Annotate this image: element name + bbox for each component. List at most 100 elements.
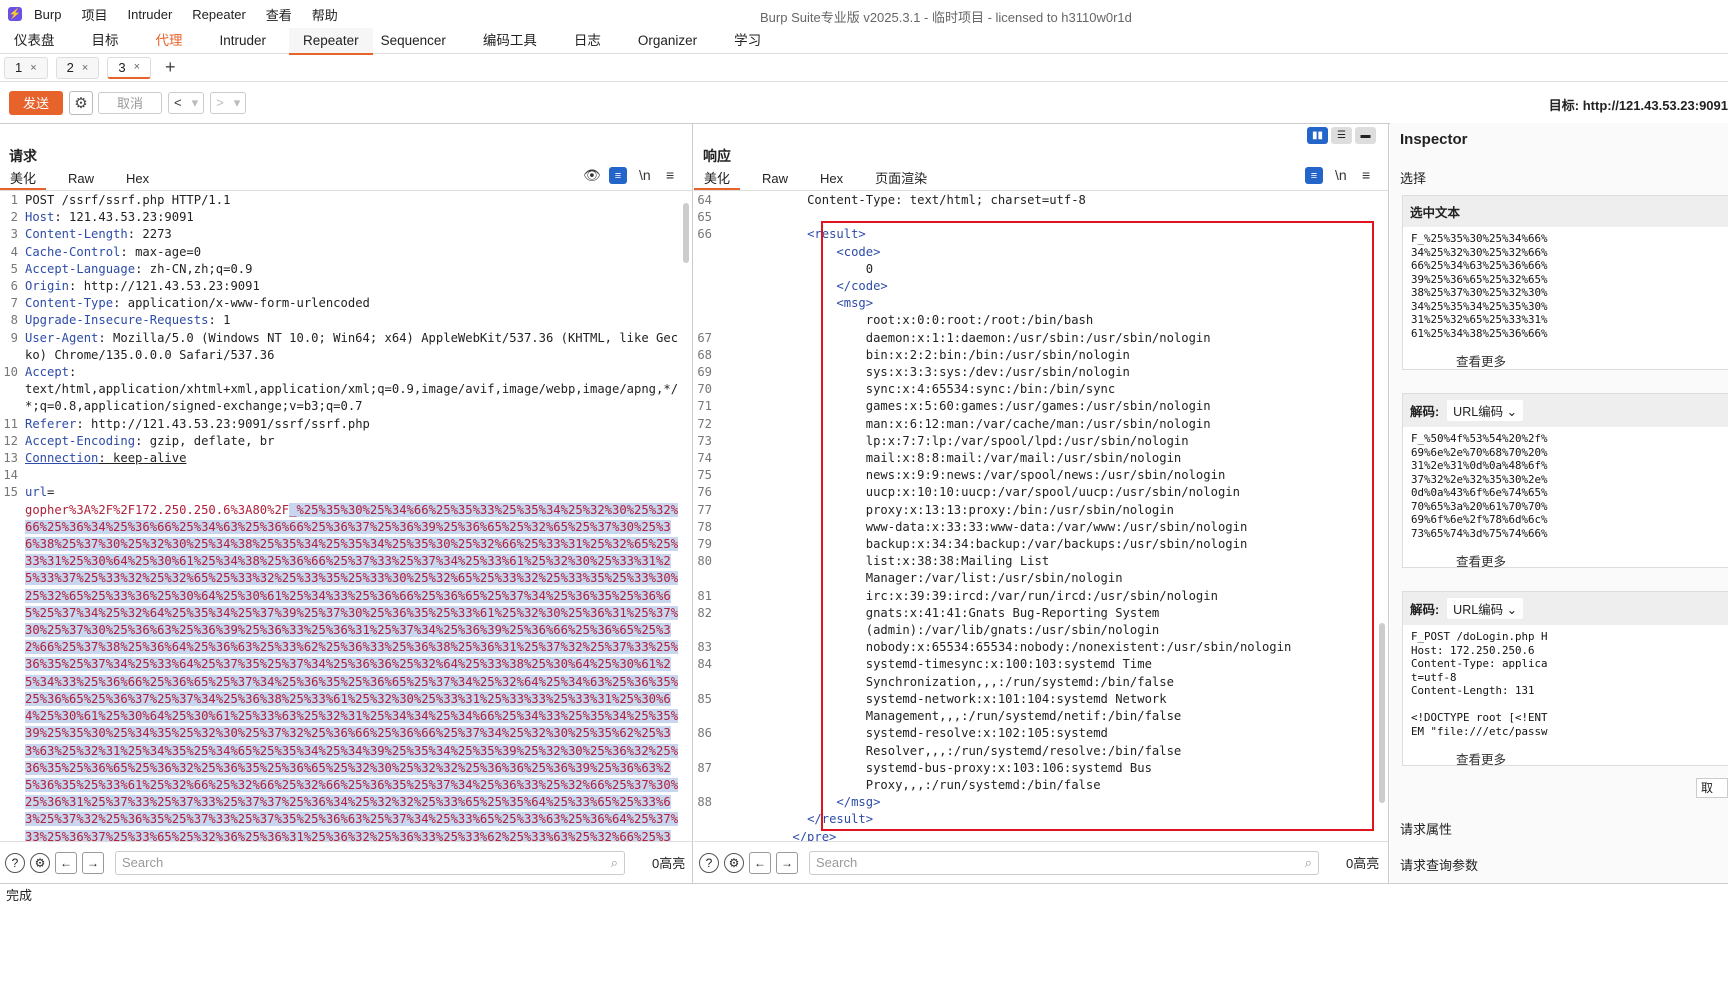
line-number: 9 [10, 330, 18, 345]
see-more-link[interactable]: 查看更多 [1403, 351, 1728, 370]
tab-raw[interactable]: Raw [58, 169, 104, 190]
menu-icon[interactable]: ≡ [1362, 167, 1370, 183]
decode-type-dropdown[interactable]: URL编码 ⌄ [1447, 598, 1524, 619]
line-number: 15 [3, 485, 18, 500]
tab-raw[interactable]: Raw [752, 169, 798, 190]
send-button[interactable]: 发送 [9, 90, 63, 115]
tab-decoder[interactable]: 编码工具 [483, 28, 552, 54]
menu-view[interactable]: 查看 [266, 5, 292, 24]
chevron-left-icon[interactable]: < [169, 95, 187, 110]
selected-text-body[interactable]: F_%25%35%30%25%34%66% 34%25%32%30%25%32%… [1403, 227, 1728, 345]
tab-hex[interactable]: Hex [116, 169, 159, 190]
target-label[interactable]: 目标: http://121.43.53.23:9091 [1549, 95, 1728, 114]
see-more-link[interactable]: 查看更多 [1403, 749, 1728, 768]
repeater-tab-3[interactable]: 3 × [107, 56, 152, 79]
tab-learn[interactable]: 学习 [734, 28, 776, 54]
close-icon[interactable]: × [134, 61, 140, 73]
close-icon[interactable]: × [30, 62, 36, 74]
header-value: : zh-CN,zh;q=0.9 [135, 261, 253, 276]
layout-switcher: ▮▮ ☰ ▬ [1307, 127, 1376, 144]
tab-dashboard[interactable]: 仪表盘 [14, 28, 70, 54]
line-number: 80 [697, 554, 712, 569]
layout-columns-icon[interactable]: ▮▮ [1307, 127, 1328, 144]
highlight-box [821, 221, 1374, 831]
tab-intruder[interactable]: Intruder [220, 28, 282, 54]
tab-repeater[interactable]: Repeater [289, 27, 373, 55]
line-number: 7 [10, 296, 18, 311]
history-forward[interactable]: > ▾ [210, 91, 247, 114]
arrow-left-icon[interactable]: ← [749, 851, 771, 874]
gear-icon[interactable]: ⚙ [30, 852, 50, 873]
history-back[interactable]: < ▾ [168, 91, 205, 114]
help-icon[interactable]: ? [699, 852, 719, 873]
tab-organizer[interactable]: Organizer [638, 28, 712, 54]
newline-icon[interactable]: \n [1335, 167, 1347, 183]
line-number [0, 381, 18, 415]
decode-header: 解码: URL编码 ⌄ [1403, 592, 1728, 625]
decode-body[interactable]: F_%50%4f%53%54%20%2f% 69%6e%2e%70%68%70%… [1403, 427, 1728, 545]
tab-logger[interactable]: 日志 [574, 28, 616, 54]
tab-target[interactable]: 目标 [92, 28, 134, 54]
request-scrollbar[interactable] [683, 203, 689, 263]
line-number [694, 312, 712, 329]
wrap-icon[interactable]: ≡ [1305, 167, 1323, 184]
tab-proxy[interactable]: 代理 [156, 28, 198, 54]
code-text: url= [25, 484, 680, 501]
tab-pretty[interactable]: 美化 [0, 169, 47, 190]
tab-hex[interactable]: Hex [810, 169, 853, 190]
request-search-bar: ? ⚙ ← → Search ⌕ 0高亮 [0, 841, 692, 883]
header-value: = [47, 485, 55, 500]
menu-help[interactable]: 帮助 [312, 5, 338, 24]
repeater-tab-1[interactable]: 1 × [4, 56, 48, 79]
request-attributes[interactable]: 请求属性 [1400, 819, 1452, 838]
selection-label: 选择 [1400, 171, 1427, 186]
cancel-button[interactable]: 取消 [98, 91, 162, 114]
selected-payload[interactable]: _%25%35%30%25%34%66%25%35%33%25%35%34%25… [25, 502, 679, 841]
tab-pretty[interactable]: 美化 [694, 169, 741, 190]
menu-intruder[interactable]: Intruder [127, 7, 172, 22]
code-line: 11 Referer: http://121.43.53.23:9091/ssrf… [0, 416, 680, 433]
apply-button[interactable]: 取 [1696, 778, 1728, 798]
decode-body[interactable]: F_POST /doLogin.php H Host: 172.250.250.… [1403, 625, 1728, 743]
tab-sequencer[interactable]: Sequencer [381, 28, 461, 54]
line-number: 70 [697, 382, 712, 397]
menu-project[interactable]: 项目 [81, 5, 107, 24]
repeater-tab-2[interactable]: 2 × [55, 56, 100, 79]
request-query-params[interactable]: 请求查询参数 [1400, 855, 1478, 874]
response-scrollbar[interactable] [1379, 623, 1385, 803]
chevron-right-icon[interactable]: > [211, 95, 229, 110]
add-tab-icon[interactable]: + [165, 57, 176, 78]
selected-text-header: 选中文本 [1403, 196, 1728, 227]
chevron-down-icon[interactable]: ▾ [187, 95, 204, 111]
search-input[interactable]: Search ⌕ [809, 850, 1319, 875]
menu-burp[interactable]: Burp [34, 7, 61, 22]
newline-icon[interactable]: \n [639, 167, 651, 183]
decode-section-1: 解码: URL编码 ⌄ F_%50%4f%53%54%20%2f% 69%6e%2… [1402, 393, 1728, 570]
arrow-left-icon[interactable]: ← [55, 851, 77, 874]
help-icon[interactable]: ? [5, 852, 25, 873]
chevron-down-icon[interactable]: ▾ [229, 95, 246, 111]
repeater-tabs: 1 × 2 × 3 × + [0, 54, 1728, 82]
search-input[interactable]: Search ⌕ [115, 850, 625, 875]
gear-icon[interactable]: ⚙ [69, 90, 93, 115]
eye-off-icon[interactable]: 👁 [583, 167, 601, 184]
see-more-link[interactable]: 查看更多 [1403, 551, 1728, 570]
close-icon[interactable]: × [82, 62, 88, 74]
layout-rows-icon[interactable]: ☰ [1331, 127, 1352, 144]
line-number [694, 244, 712, 261]
tab-render[interactable]: 页面渲染 [865, 169, 937, 190]
layout-tabs-icon[interactable]: ▬ [1355, 127, 1376, 144]
line-number: 76 [697, 485, 712, 500]
gear-icon[interactable]: ⚙ [724, 852, 744, 873]
arrow-right-icon[interactable]: → [776, 851, 798, 874]
request-editor[interactable]: 1 POST /ssrf/ssrf.php HTTP/1.1 2 Host: 121.… [0, 192, 680, 841]
wrap-icon[interactable]: ≡ [609, 167, 627, 184]
line-number: 85 [697, 691, 712, 706]
arrow-right-icon[interactable]: → [82, 851, 104, 874]
code-line: 9 User-Agent: Mozilla/5.0 (Windows NT 10.… [0, 330, 680, 364]
decode-type-dropdown[interactable]: URL编码 ⌄ [1447, 400, 1524, 421]
line-number: 87 [697, 760, 712, 775]
menu-repeater[interactable]: Repeater [192, 7, 245, 22]
menu-icon[interactable]: ≡ [666, 167, 674, 183]
